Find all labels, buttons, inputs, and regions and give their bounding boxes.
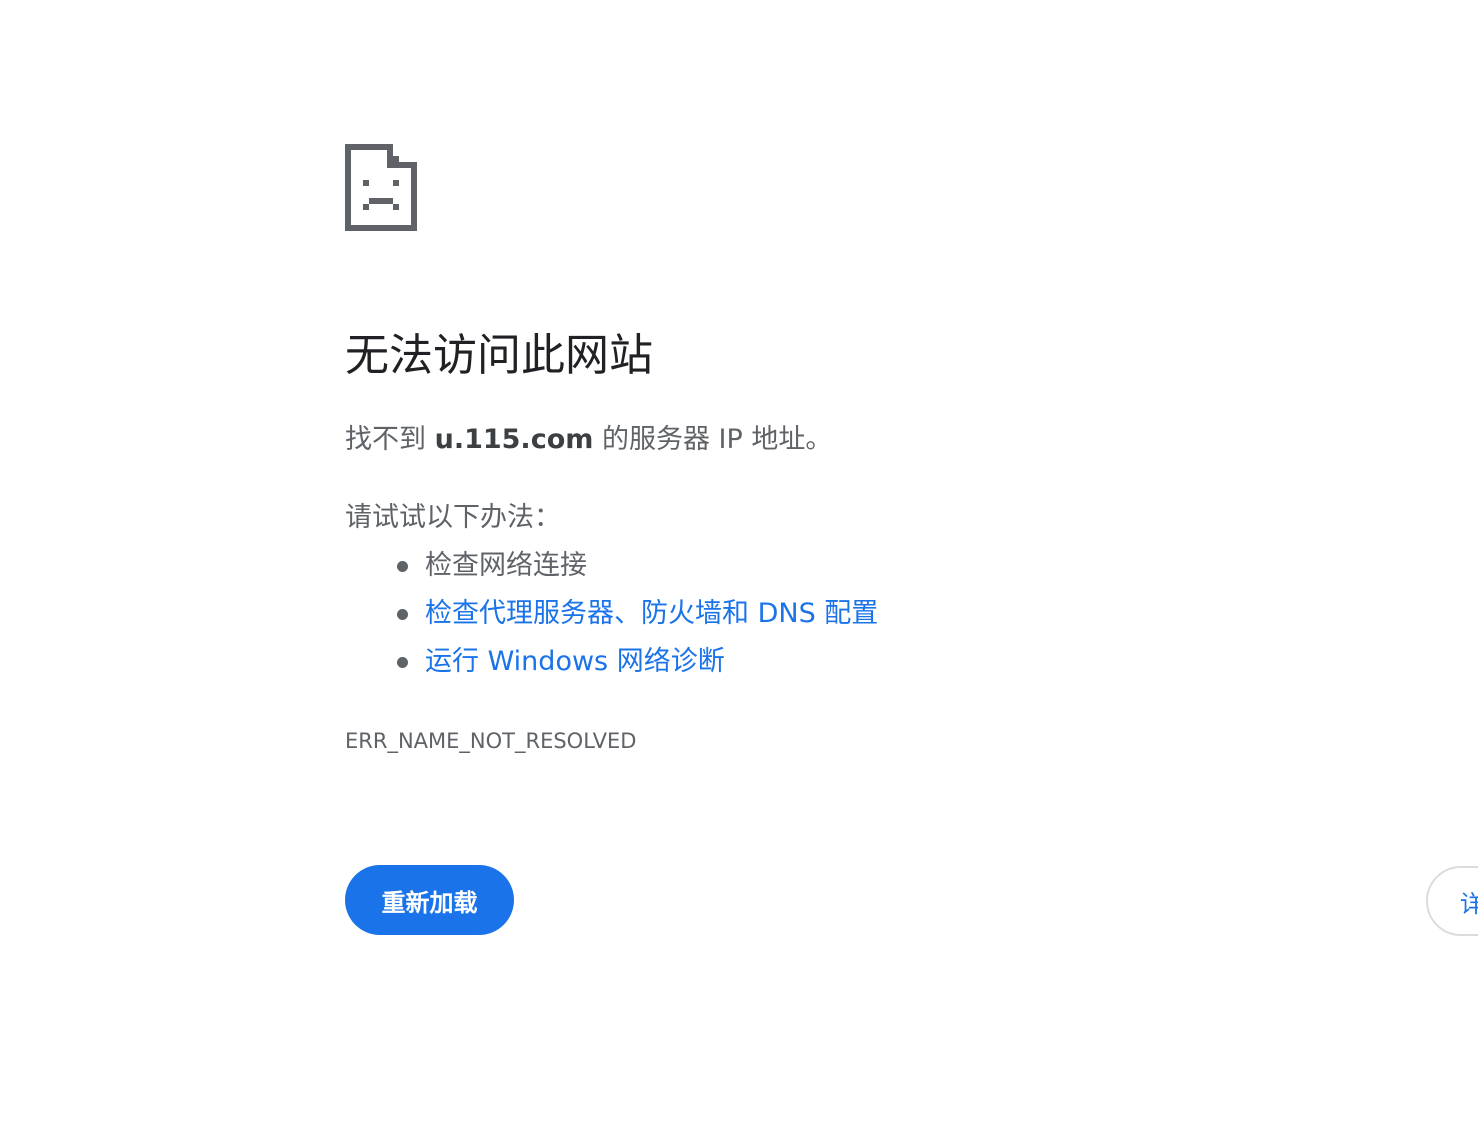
- bullet-icon: [397, 657, 408, 668]
- suggestion-item-check-proxy: 检查代理服务器、防火墙和 DNS 配置: [345, 594, 878, 642]
- suggestion-item-run-diagnostics: 运行 Windows 网络诊断: [345, 642, 878, 690]
- summary-prefix: 找不到: [345, 424, 435, 455]
- summary-host: u.115.com: [434, 424, 594, 455]
- suggestions-list: 检查网络连接 检查代理服务器、防火墙和 DNS 配置 运行 Windows 网络…: [345, 546, 878, 690]
- summary-suffix: 的服务器 IP 地址。: [593, 424, 833, 455]
- bullet-icon: [397, 609, 408, 620]
- check-proxy-link[interactable]: 检查代理服务器、防火墙和 DNS 配置: [425, 598, 878, 629]
- details-button[interactable]: 详细信息: [1426, 866, 1478, 936]
- suggestion-label: 检查网络连接: [425, 550, 587, 581]
- page-title: 无法访问此网站: [345, 330, 653, 381]
- bullet-icon: [397, 561, 408, 572]
- reload-button[interactable]: 重新加载: [345, 865, 514, 935]
- error-summary: 找不到 u.115.com 的服务器 IP 地址。: [345, 420, 832, 460]
- details-button-container: 详细信息: [1424, 864, 1478, 940]
- suggestion-item-check-network: 检查网络连接: [345, 546, 878, 594]
- run-diagnostics-link[interactable]: 运行 Windows 网络诊断: [425, 646, 725, 677]
- error-code: ERR_NAME_NOT_RESOLVED: [345, 729, 637, 753]
- sad-document-icon: [345, 144, 417, 231]
- suggestions-heading: 请试试以下办法：: [345, 502, 561, 533]
